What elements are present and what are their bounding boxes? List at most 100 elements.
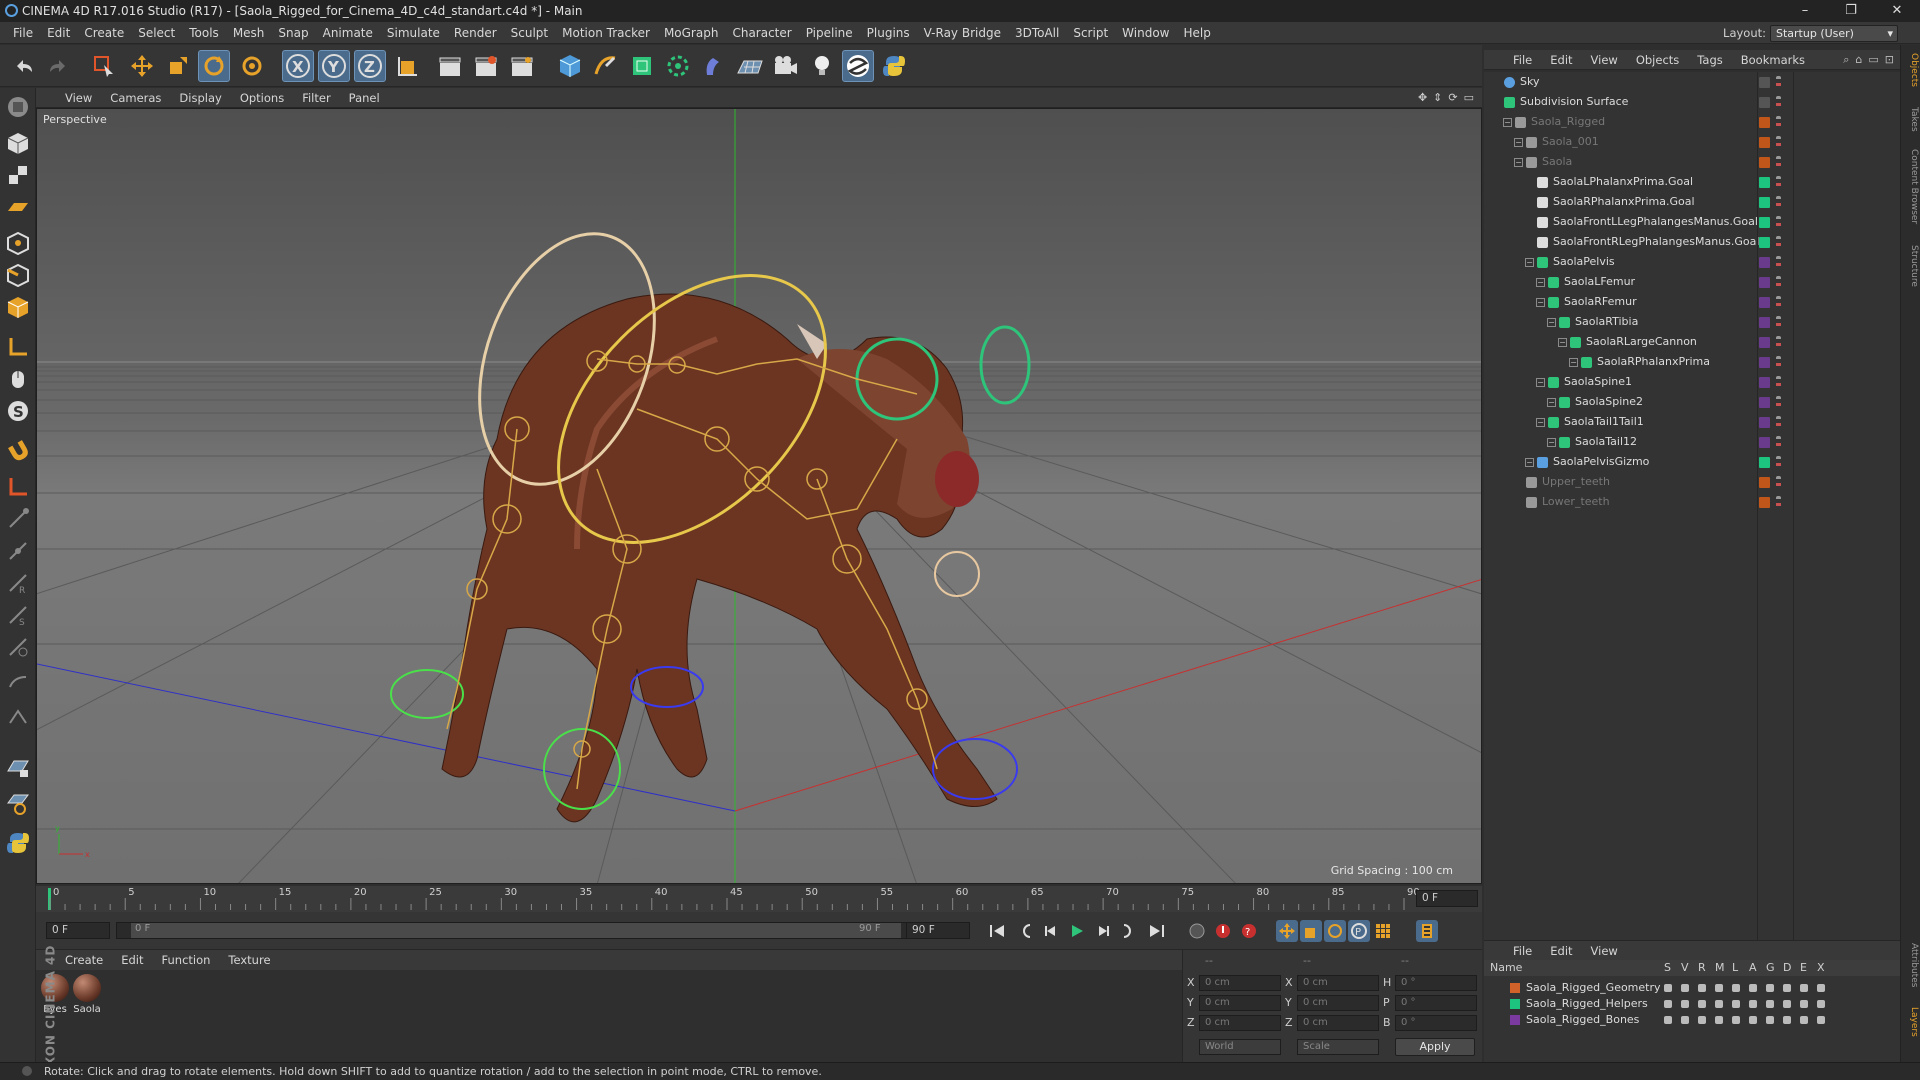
pose-joint-button[interactable]: [3, 536, 33, 566]
menu-mograph[interactable]: MoGraph: [657, 22, 726, 44]
visibility-dots-icon[interactable]: [1776, 156, 1781, 168]
visibility-dots-icon[interactable]: [1776, 256, 1781, 268]
visibility-dots-icon[interactable]: [1776, 136, 1781, 148]
object-row[interactable]: − SaolaSpine2: [1484, 392, 1900, 412]
object-row[interactable]: Subdivision Surface: [1484, 92, 1900, 112]
layer-color-chip[interactable]: [1759, 177, 1770, 188]
menu-3dtoall[interactable]: 3DToAll: [1008, 22, 1066, 44]
layer-color-chip[interactable]: [1759, 477, 1770, 488]
visibility-dots-icon[interactable]: [1776, 396, 1781, 408]
y-axis-lock-button[interactable]: Y: [318, 50, 350, 82]
next-frame-button[interactable]: [1092, 920, 1114, 942]
visibility-dots-icon[interactable]: [1776, 96, 1781, 108]
menu-mesh[interactable]: Mesh: [226, 22, 272, 44]
points-mode-button[interactable]: [3, 228, 33, 258]
expand-toggle-icon[interactable]: −: [1525, 458, 1534, 467]
layer-color-chip[interactable]: [1759, 97, 1770, 108]
layer-color-chip[interactable]: [1759, 217, 1770, 228]
expand-toggle-icon[interactable]: −: [1525, 258, 1534, 267]
layer-menu-edit[interactable]: Edit: [1541, 941, 1581, 961]
object-row[interactable]: − Saola_Rigged: [1484, 112, 1900, 132]
layer-flag-toggle-icon[interactable]: [1766, 984, 1774, 992]
object-row[interactable]: − SaolaTail1Tail1: [1484, 412, 1900, 432]
menu-help[interactable]: Help: [1176, 22, 1217, 44]
rot-p-field[interactable]: 0 °: [1395, 995, 1477, 1011]
x-axis-lock-button[interactable]: X: [282, 50, 314, 82]
layer-menu-file[interactable]: File: [1504, 941, 1541, 961]
menu-pipeline[interactable]: Pipeline: [799, 22, 860, 44]
add-spline-button[interactable]: [590, 50, 622, 82]
joint-weight-button[interactable]: [3, 632, 33, 662]
object-menu-file[interactable]: File: [1504, 50, 1541, 70]
z-axis-lock-button[interactable]: Z: [354, 50, 386, 82]
timeline-window-button[interactable]: [1416, 920, 1438, 942]
layer-flag-toggle-icon[interactable]: [1766, 1000, 1774, 1008]
layer-color-chip[interactable]: [1759, 437, 1770, 448]
layer-flag-toggle-icon[interactable]: [1749, 1016, 1757, 1024]
layout-dropdown[interactable]: Startup (User) ▾: [1770, 25, 1898, 42]
object-row[interactable]: Lower_teeth: [1484, 492, 1900, 512]
menu-sculpt[interactable]: Sculpt: [504, 22, 555, 44]
expand-toggle-icon[interactable]: −: [1514, 138, 1523, 147]
maximize-button[interactable]: ❐: [1828, 0, 1874, 22]
layer-color-chip[interactable]: [1759, 157, 1770, 168]
visibility-dots-icon[interactable]: [1776, 436, 1781, 448]
apply-button[interactable]: Apply: [1395, 1038, 1475, 1056]
render-view-button[interactable]: [434, 50, 466, 82]
python-button[interactable]: [878, 50, 910, 82]
add-light-button[interactable]: [806, 50, 838, 82]
live-selection-button[interactable]: [88, 50, 120, 82]
object-row[interactable]: − Saola: [1484, 152, 1900, 172]
menu-select[interactable]: Select: [131, 22, 182, 44]
layer-color-chip[interactable]: [1759, 317, 1770, 328]
menu-plugins[interactable]: Plugins: [860, 22, 917, 44]
visibility-dots-icon[interactable]: [1776, 236, 1781, 248]
layer-flag-toggle-icon[interactable]: [1732, 1016, 1740, 1024]
menu-vray-bridge[interactable]: V-Ray Bridge: [917, 22, 1008, 44]
menu-window[interactable]: Window: [1115, 22, 1176, 44]
layer-color-chip[interactable]: [1759, 417, 1770, 428]
record-keys-button[interactable]: [1186, 920, 1208, 942]
layer-color-chip[interactable]: [1759, 137, 1770, 148]
viewport-menu-view[interactable]: View: [56, 88, 101, 108]
object-menu-tags[interactable]: Tags: [1688, 50, 1731, 70]
model-mode-button[interactable]: [3, 128, 33, 158]
layer-color-chip[interactable]: [1759, 257, 1770, 268]
size-x-field[interactable]: 0 cm: [1297, 975, 1379, 991]
layer-flag-toggle-icon[interactable]: [1681, 1016, 1689, 1024]
rot-b-field[interactable]: 0 °: [1395, 1015, 1477, 1031]
tab-objects[interactable]: Objects: [1903, 53, 1919, 87]
3d-viewport[interactable]: y x Perspective Grid Spacing : 100 cm: [36, 108, 1482, 884]
timeline-ruler[interactable]: 0 5 10 15 20 25 30 35 40 45 50 55 60 65 70 75 80 85 90 0 F: [36, 886, 1482, 912]
expand-toggle-icon[interactable]: −: [1536, 298, 1545, 307]
viewport-menu-filter[interactable]: Filter: [293, 88, 339, 108]
layer-color-chip[interactable]: [1759, 497, 1770, 508]
play-button[interactable]: [1066, 920, 1088, 942]
expand-toggle-icon[interactable]: −: [1536, 378, 1545, 387]
coordinate-mode-dropdown[interactable]: World: [1199, 1039, 1281, 1055]
object-menu-edit[interactable]: Edit: [1541, 50, 1581, 70]
layer-flag-toggle-icon[interactable]: [1681, 1000, 1689, 1008]
layer-flag-toggle-icon[interactable]: [1800, 1016, 1808, 1024]
workplane-grid-button[interactable]: [3, 788, 33, 818]
menu-file[interactable]: File: [6, 22, 40, 44]
rotate-joint-button[interactable]: R: [3, 568, 33, 598]
tab-content-browser[interactable]: Content Browser: [1903, 149, 1919, 224]
layer-color-chip[interactable]: [1759, 237, 1770, 248]
add-deformer-button[interactable]: [698, 50, 730, 82]
layer-flag-toggle-icon[interactable]: [1749, 984, 1757, 992]
coordinate-system-button[interactable]: [392, 50, 424, 82]
render-picture-viewer-button[interactable]: [470, 50, 502, 82]
make-editable-button[interactable]: [3, 92, 33, 122]
visibility-dots-icon[interactable]: [1776, 316, 1781, 328]
go-to-start-button[interactable]: [986, 920, 1008, 942]
visibility-dots-icon[interactable]: [1776, 356, 1781, 368]
layer-flag-toggle-icon[interactable]: [1698, 984, 1706, 992]
layer-flag-toggle-icon[interactable]: [1698, 1000, 1706, 1008]
viewport-maximize-icon[interactable]: ▭: [1464, 91, 1474, 104]
menu-motion-tracker[interactable]: Motion Tracker: [555, 22, 657, 44]
viewport-menu-cameras[interactable]: Cameras: [101, 88, 170, 108]
object-row[interactable]: Upper_teeth: [1484, 472, 1900, 492]
key-scale-button[interactable]: [1300, 920, 1322, 942]
key-rotation-button[interactable]: [1324, 920, 1346, 942]
